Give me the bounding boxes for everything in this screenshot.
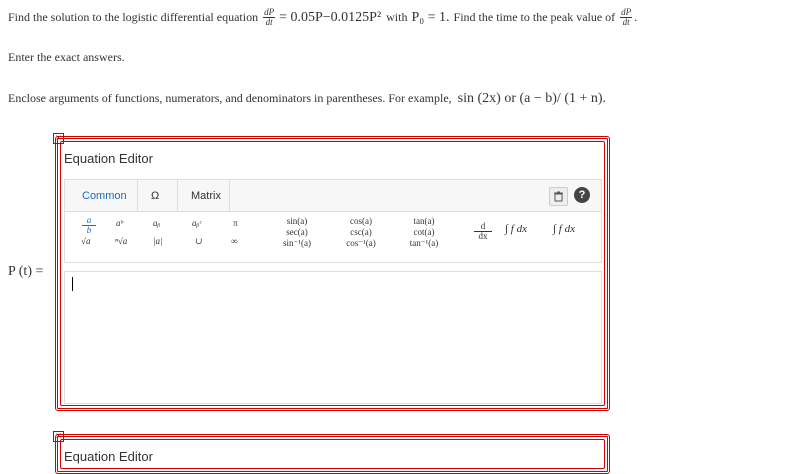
deriv-dx: dx <box>478 231 488 241</box>
question-second: Find the time to the peak value of <box>453 10 616 24</box>
arctan-button[interactable]: tan⁻¹(a) <box>402 238 446 249</box>
editor-toolbar: Common Ω Matrix ? a b aᵇ aᵦ aᵦᶜ π √a ⁿ√a… <box>64 179 602 263</box>
instruction-parentheses: Enclose arguments of functions, numerato… <box>8 91 606 107</box>
integral-button[interactable]: ∫ f dx <box>505 224 527 235</box>
subscript-button[interactable]: aᵦ <box>153 218 160 229</box>
fraction-button[interactable]: a b <box>82 216 96 235</box>
help-icon[interactable]: ? <box>574 187 590 203</box>
trig-group-2[interactable]: cos(a) csc(a) cos⁻¹(a) <box>339 216 383 249</box>
cot-button[interactable]: cot(a) <box>402 227 446 238</box>
toolbar-tabs <box>65 180 601 212</box>
trash-icon[interactable] <box>549 187 568 206</box>
subsup-button[interactable]: aᵦᶜ <box>192 218 201 229</box>
trig-group-3[interactable]: tan(a) cot(a) tan⁻¹(a) <box>402 216 446 249</box>
tab-divider <box>229 180 230 211</box>
question-text: Find the solution to the logistic differ… <box>8 8 637 27</box>
cos-button[interactable]: cos(a) <box>339 216 383 227</box>
abs-button[interactable]: |a| <box>153 236 162 247</box>
frac-den: b <box>86 225 92 235</box>
equation-editor: Equation Editor Common Ω Matrix ? a b aᵇ… <box>55 136 610 411</box>
equation-rhs: = 0.05P−0.0125P² <box>279 9 382 25</box>
text-cursor <box>72 277 73 291</box>
definite-integral-button[interactable]: ∫ f dx <box>553 224 575 235</box>
instruction-example: sin (2x) or (a − b)/ (1 + n). <box>457 91 607 106</box>
instruction-exact: Enter the exact answers. <box>8 50 125 64</box>
sec-button[interactable]: sec(a) <box>275 227 319 238</box>
deriv-den: dt <box>265 17 273 27</box>
deriv-den-2: dt <box>622 17 630 27</box>
infinity-button[interactable]: ∞ <box>231 236 237 247</box>
tab-matrix[interactable]: Matrix <box>191 190 221 202</box>
equation-input[interactable] <box>64 271 602 404</box>
initial-condition: P₀ = 1. <box>411 9 450 25</box>
tab-divider <box>177 180 178 211</box>
period: . <box>634 10 638 24</box>
csc-button[interactable]: csc(a) <box>339 227 383 238</box>
sin-button[interactable]: sin(a) <box>275 216 319 227</box>
nroot-button[interactable]: ⁿ√a <box>115 236 127 247</box>
editor-title: Equation Editor <box>64 151 153 166</box>
arcsin-button[interactable]: sin⁻¹(a) <box>275 238 319 249</box>
union-button[interactable]: ∪ <box>195 236 203 247</box>
derivative-fraction: dP dt <box>263 8 276 27</box>
tab-omega[interactable]: Ω <box>151 190 159 202</box>
tab-common[interactable]: Common <box>82 190 127 202</box>
with-text: with <box>386 10 408 24</box>
trig-group-1[interactable]: sin(a) sec(a) sin⁻¹(a) <box>275 216 319 249</box>
derivative-fraction-2: dP dt <box>620 8 633 27</box>
answer-label: P (t) = <box>8 264 44 279</box>
tab-divider <box>137 180 138 211</box>
derivative-button[interactable]: d dx <box>474 222 492 241</box>
equation-editor-2: Equation Editor <box>55 434 610 474</box>
arccos-button[interactable]: cos⁻¹(a) <box>339 238 383 249</box>
power-button[interactable]: aᵇ <box>116 218 123 229</box>
instruction-text: Enclose arguments of functions, numerato… <box>8 91 452 105</box>
tan-button[interactable]: tan(a) <box>402 216 446 227</box>
editor-title-2: Equation Editor <box>64 449 153 464</box>
question-prefix: Find the solution to the logistic differ… <box>8 10 259 24</box>
sqrt-button[interactable]: √a <box>81 236 90 247</box>
pi-button[interactable]: π <box>233 218 238 229</box>
